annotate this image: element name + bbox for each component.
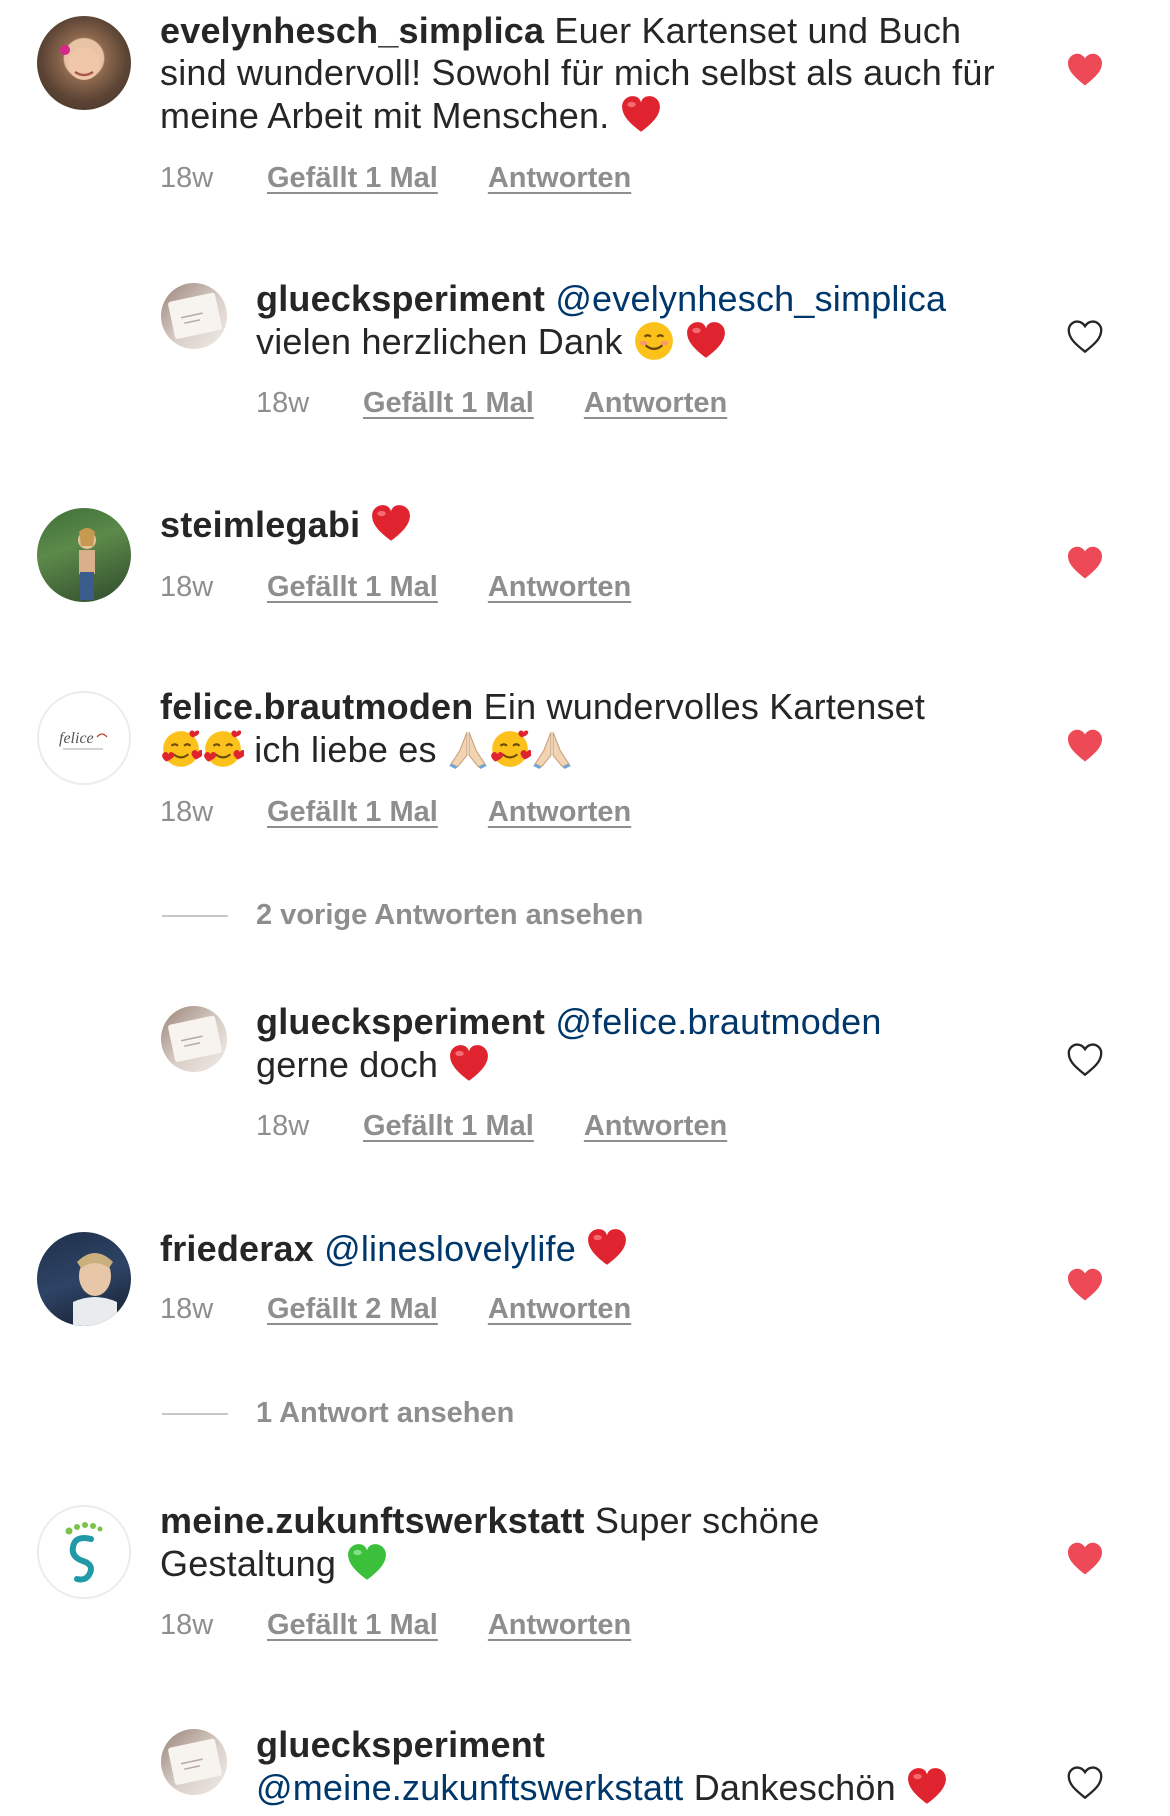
folded-hands-emoji <box>531 728 573 770</box>
avatar-image <box>73 1253 117 1326</box>
avatar-image <box>60 45 100 80</box>
comment-text: gluecksperiment @meine.zukunftswerkstatt… <box>256 1724 1016 1809</box>
footprint-logo-icon <box>65 1522 103 1583</box>
likes-count-link[interactable]: Gefällt 1 Mal <box>267 570 438 604</box>
likes-count-link[interactable]: Gefällt 1 Mal <box>267 795 438 829</box>
thread-divider <box>162 914 228 917</box>
comment-text: evelynhesch_simplica Euer Kartenset und … <box>160 10 1000 137</box>
green-heart-emoji <box>346 1542 388 1584</box>
avatar[interactable] <box>161 1006 227 1072</box>
avatar-image <box>78 528 96 600</box>
timestamp: 18w <box>160 571 214 603</box>
timestamp: 18w <box>256 387 310 419</box>
comment-body: Ein wundervolles Kartenset <box>483 686 926 727</box>
avatar[interactable] <box>161 1729 227 1795</box>
comment-text: felice.brautmoden Ein wundervolles Karte… <box>160 686 1000 771</box>
red-heart-emoji <box>586 1227 628 1269</box>
like-heart-outline-icon[interactable] <box>1066 320 1104 354</box>
reply-button[interactable]: Antworten <box>584 1109 727 1143</box>
comment-meta: 18w Gefällt 1 Mal Antworten <box>160 795 631 829</box>
folded-hands-emoji <box>447 728 489 770</box>
comment-meta: 18w Gefällt 1 Mal Antworten <box>256 1109 727 1143</box>
reply-button[interactable]: Antworten <box>488 570 631 604</box>
mention-link[interactable]: @lineslovelylife <box>324 1228 576 1269</box>
avatar[interactable] <box>37 1505 131 1599</box>
reply-button[interactable]: Antworten <box>488 1608 631 1642</box>
mention-link[interactable]: @meine.zukunftswerkstatt <box>256 1767 684 1808</box>
avatar[interactable] <box>161 283 227 349</box>
view-replies-button[interactable]: 1 Antwort ansehen <box>162 1397 514 1430</box>
comment-body-continued: Gestaltung <box>160 1543 337 1584</box>
username[interactable]: steimlegabi <box>160 504 360 545</box>
red-heart-emoji <box>370 503 412 545</box>
username[interactable]: gluecksperiment <box>256 278 545 319</box>
like-heart-filled-icon[interactable] <box>1066 729 1104 763</box>
username[interactable]: meine.zukunftswerkstatt <box>160 1500 585 1541</box>
comment-body: gerne doch <box>256 1044 439 1085</box>
comment-meta: 18w Gefällt 1 Mal Antworten <box>160 161 631 195</box>
username[interactable]: gluecksperiment <box>256 1001 545 1042</box>
username[interactable]: gluecksperiment <box>256 1724 545 1765</box>
username[interactable]: felice.brautmoden <box>160 686 473 727</box>
likes-count-link[interactable]: Gefällt 2 Mal <box>267 1292 438 1326</box>
smiling-face-with-hearts-emoji <box>202 728 244 770</box>
comment-text: steimlegabi <box>160 503 1000 546</box>
comment-text: gluecksperiment @evelynhesch_simplica vi… <box>256 278 1016 363</box>
mention-link[interactable]: @felice.brautmoden <box>555 1001 881 1042</box>
reply-button[interactable]: Antworten <box>584 386 727 420</box>
red-heart-emoji <box>448 1043 490 1085</box>
view-replies-label: 1 Antwort ansehen <box>256 1397 515 1429</box>
comment-meta: 18w Gefällt 2 Mal Antworten <box>160 1292 631 1326</box>
comment-text: gluecksperiment @felice.brautmoden gerne… <box>256 1001 1016 1086</box>
smiling-face-with-hearts-emoji <box>160 728 202 770</box>
smiling-face-with-hearts-emoji <box>489 728 531 770</box>
timestamp: 18w <box>160 796 214 828</box>
reply-button[interactable]: Antworten <box>488 795 631 829</box>
red-heart-emoji <box>685 320 727 362</box>
comment-text: meine.zukunftswerkstatt Super schöne Ges… <box>160 1500 1000 1585</box>
reply-button[interactable]: Antworten <box>488 161 631 195</box>
likes-count-link[interactable]: Gefällt 1 Mal <box>363 386 534 420</box>
thread-divider <box>162 1412 228 1415</box>
view-replies-label: 2 vorige Antworten ansehen <box>256 899 644 931</box>
comment-body: vielen herzlichen Dank <box>256 321 623 362</box>
smiling-face-emoji <box>633 320 675 362</box>
brand-logo-text: felice <box>59 730 94 747</box>
comment-body: Super schöne <box>594 1500 820 1541</box>
avatar[interactable] <box>37 16 131 110</box>
like-heart-filled-icon[interactable] <box>1066 1268 1104 1302</box>
mention-link[interactable]: @evelynhesch_simplica <box>555 278 946 319</box>
like-heart-outline-icon[interactable] <box>1066 1766 1104 1800</box>
timestamp: 18w <box>160 1609 214 1641</box>
avatar[interactable] <box>37 1232 131 1326</box>
avatar[interactable]: felice <box>37 691 131 785</box>
avatar-image <box>168 1015 222 1062</box>
avatar[interactable] <box>37 508 131 602</box>
comment-body: Dankeschön <box>693 1767 896 1808</box>
avatar-image <box>168 292 222 339</box>
avatar-image: felice <box>59 730 108 750</box>
comment-body-continued: ich liebe es <box>254 729 437 770</box>
red-heart-emoji <box>620 94 662 136</box>
username[interactable]: friederax <box>160 1228 314 1269</box>
reply-button[interactable]: Antworten <box>488 1292 631 1326</box>
like-heart-filled-icon[interactable] <box>1066 546 1104 580</box>
likes-count-link[interactable]: Gefällt 1 Mal <box>267 161 438 195</box>
comment-meta: 18w Gefällt 1 Mal Antworten <box>160 1608 631 1642</box>
timestamp: 18w <box>160 1293 214 1325</box>
like-heart-outline-icon[interactable] <box>1066 1043 1104 1077</box>
like-heart-filled-icon[interactable] <box>1066 1542 1104 1576</box>
username[interactable]: evelynhesch_simplica <box>160 10 544 51</box>
timestamp: 18w <box>256 1110 310 1142</box>
likes-count-link[interactable]: Gefällt 1 Mal <box>267 1608 438 1642</box>
comment-text: friederax @lineslovelylife <box>160 1227 1000 1270</box>
avatar-image <box>168 1738 222 1785</box>
view-previous-replies-button[interactable]: 2 vorige Antworten ansehen <box>162 899 643 932</box>
comment-meta: 18w Gefällt 1 Mal Antworten <box>160 570 631 604</box>
red-heart-emoji <box>906 1766 948 1808</box>
likes-count-link[interactable]: Gefällt 1 Mal <box>363 1109 534 1143</box>
comment-meta: 18w Gefällt 1 Mal Antworten <box>256 386 727 420</box>
timestamp: 18w <box>160 162 214 194</box>
like-heart-filled-icon[interactable] <box>1066 53 1104 87</box>
